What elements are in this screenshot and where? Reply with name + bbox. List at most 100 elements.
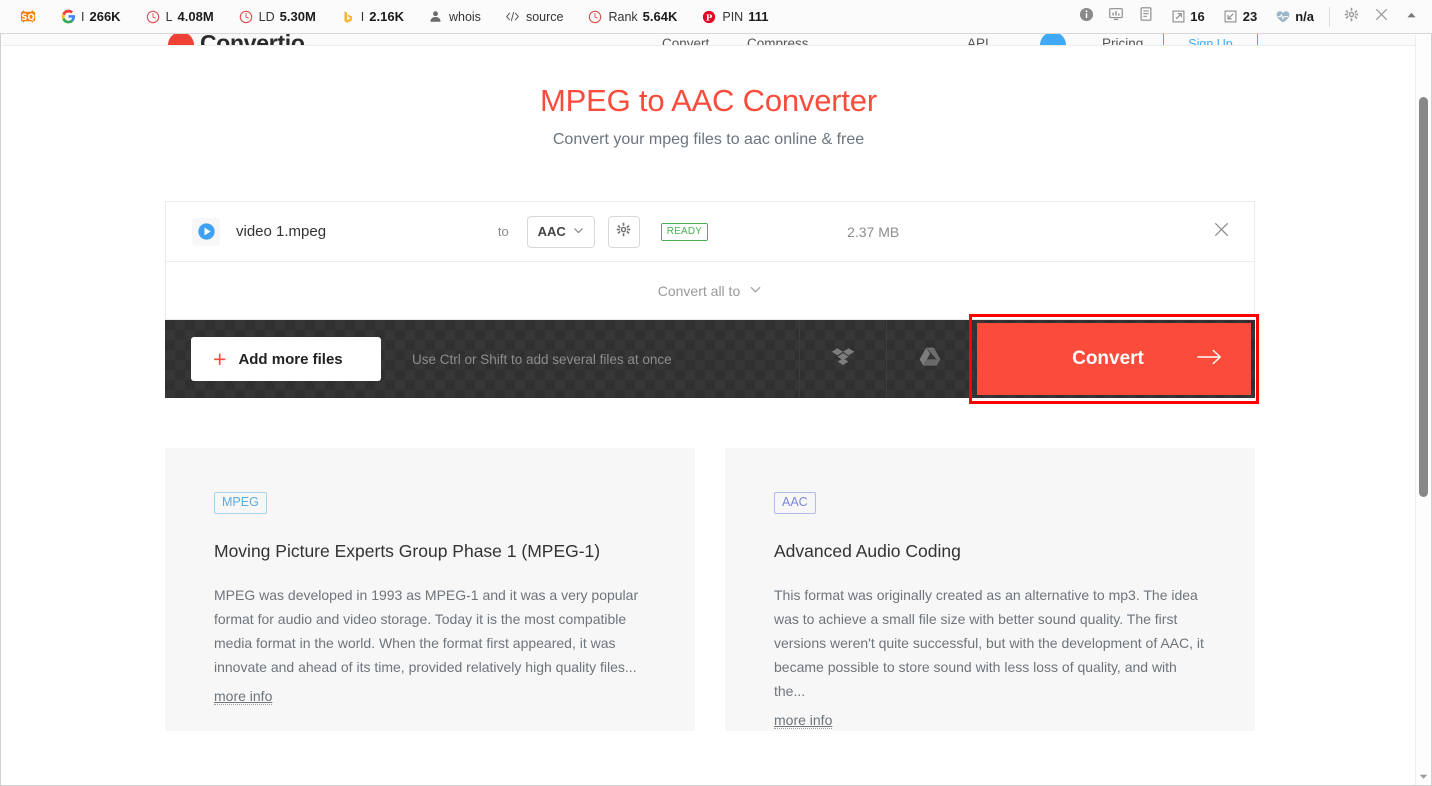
browser-extension-toolbar: SQ I 266K L 4.08M LD 5.30M I 2.16K whois… bbox=[0, 0, 1432, 34]
multi-select-hint: Use Ctrl or Shift to add several files a… bbox=[412, 351, 672, 367]
nav-item-compress[interactable]: Compress bbox=[747, 36, 809, 45]
toolbar-item-value: 111 bbox=[748, 9, 769, 24]
toolbar-close-button[interactable] bbox=[1366, 0, 1396, 34]
convert-all-label: Convert all to bbox=[657, 282, 741, 299]
converter-widget: video 1.mpeg to AAC READY 2.37 MB Conver… bbox=[165, 201, 1259, 404]
alexa-rank-icon bbox=[145, 9, 161, 25]
google-drive-icon bbox=[918, 345, 942, 374]
toolbar-item-label: source bbox=[525, 9, 564, 24]
toolbar-health-status[interactable]: n/a bbox=[1266, 0, 1323, 34]
toolbar-page-analysis-button[interactable] bbox=[1101, 0, 1131, 34]
toolbar-item-label: L bbox=[165, 9, 173, 24]
format-card-target: AAC Advanced Audio Coding This format wa… bbox=[725, 448, 1255, 731]
file-row: video 1.mpeg to AAC READY 2.37 MB bbox=[165, 201, 1255, 262]
page-viewport: Convertio Convert Compress API Pricing S… bbox=[0, 34, 1432, 786]
more-info-link[interactable]: more info bbox=[774, 712, 833, 730]
toolbar-item-google-index[interactable]: I 266K bbox=[48, 0, 133, 34]
toolbar-item-bing-index[interactable]: I 2.16K bbox=[328, 0, 416, 34]
toolbar-info-button[interactable] bbox=[1071, 0, 1101, 34]
toolbar-page-report-button[interactable] bbox=[1131, 0, 1161, 34]
dropbox-upload-button[interactable] bbox=[799, 320, 886, 398]
add-more-files-button[interactable]: + Add more files bbox=[191, 337, 381, 381]
page-subtitle: Convert your mpeg files to aac online & … bbox=[552, 130, 865, 148]
seoquake-logo-button[interactable]: SQ bbox=[8, 0, 48, 34]
convertio-logo-icon[interactable] bbox=[168, 34, 194, 45]
toolbar-item-label: PIN bbox=[722, 9, 744, 24]
moz-link-domain-icon bbox=[238, 9, 254, 25]
google-icon bbox=[60, 9, 76, 25]
toolbar-item-value: 266K bbox=[89, 9, 121, 24]
remove-file-button[interactable] bbox=[1210, 220, 1234, 244]
format-info-cards: MPEG Moving Picture Experts Group Phase … bbox=[165, 448, 1255, 731]
convert-button[interactable]: Convert bbox=[977, 323, 1251, 395]
chevron-down-icon bbox=[749, 283, 762, 299]
format-card-source: MPEG Moving Picture Experts Group Phase … bbox=[165, 448, 695, 731]
toolbar-item-link-domains[interactable]: LD 5.30M bbox=[226, 0, 328, 34]
format-card-title: Advanced Audio Coding bbox=[774, 541, 961, 561]
toolbar-item-pinterest[interactable]: P PIN 111 bbox=[689, 0, 780, 34]
gear-icon bbox=[1344, 7, 1359, 27]
toolbar-item-label: I bbox=[360, 9, 365, 24]
page-scrollbar[interactable] bbox=[1415, 35, 1430, 785]
toolbar-item-value: 4.08M bbox=[177, 9, 214, 24]
arrow-right-icon bbox=[1197, 347, 1223, 372]
rank-circle-icon bbox=[587, 9, 603, 25]
nav-item-convert[interactable]: Convert bbox=[662, 36, 709, 45]
nav-item-api[interactable]: API bbox=[967, 36, 989, 45]
format-tag[interactable]: AAC bbox=[774, 492, 816, 514]
convert-button-label: Convert bbox=[1072, 348, 1144, 369]
add-more-files-label: Add more files bbox=[238, 350, 343, 368]
toolbar-item-value: 2.16K bbox=[369, 9, 404, 24]
scrollbar-down-arrow-button[interactable] bbox=[1416, 769, 1431, 783]
page-title: MPEG to AAC Converter bbox=[540, 83, 877, 118]
toolbar-external-links[interactable]: 16 bbox=[1161, 0, 1213, 34]
gear-icon bbox=[616, 222, 631, 242]
toolbar-item-alexa-links[interactable]: L 4.08M bbox=[133, 0, 226, 34]
video-play-icon bbox=[192, 217, 220, 246]
page-analysis-icon bbox=[1108, 6, 1124, 27]
toolbar-right-group: 16 23 n/a bbox=[1071, 0, 1432, 34]
format-card-description: MPEG was developed in 1993 as MPEG-1 and… bbox=[214, 587, 639, 676]
more-info-link[interactable]: more info bbox=[214, 688, 273, 706]
file-size: 2.37 MB bbox=[847, 223, 900, 240]
toolbar-item-whois[interactable]: whois bbox=[416, 0, 493, 34]
toolbar-divider bbox=[1329, 6, 1330, 27]
nav-item-pricing[interactable]: Pricing bbox=[1102, 36, 1143, 45]
toolbar-collapse-button[interactable] bbox=[1396, 0, 1426, 34]
site-header: Convertio Convert Compress API Pricing S… bbox=[2, 34, 1416, 46]
external-links-icon bbox=[1170, 9, 1186, 25]
chevron-up-icon bbox=[1406, 8, 1417, 26]
toolbar-settings-button[interactable] bbox=[1336, 0, 1366, 34]
toolbar-item-source[interactable]: source bbox=[493, 0, 576, 34]
svg-text:P: P bbox=[706, 13, 713, 23]
file-name[interactable]: video 1.mpeg bbox=[236, 223, 326, 240]
google-drive-upload-button[interactable] bbox=[886, 320, 973, 398]
file-settings-button[interactable] bbox=[607, 215, 640, 248]
format-tag[interactable]: MPEG bbox=[214, 492, 267, 514]
output-format-value: AAC bbox=[537, 224, 566, 239]
internal-links-value: 23 bbox=[1242, 9, 1258, 24]
convert-all-to-row[interactable]: Convert all to bbox=[165, 262, 1255, 320]
convert-button-holder: Convert bbox=[969, 314, 1259, 404]
toolbar-item-rank[interactable]: Rank 5.64K bbox=[575, 0, 689, 34]
action-bar: + Add more files Use Ctrl or Shift to ad… bbox=[165, 314, 1259, 404]
info-circle-icon bbox=[1079, 7, 1094, 27]
chevron-down-icon bbox=[573, 224, 584, 239]
toolbar-internal-links[interactable]: 23 bbox=[1214, 0, 1266, 34]
page-report-icon bbox=[1138, 6, 1154, 27]
site-logo-text[interactable]: Convertio bbox=[200, 34, 305, 45]
to-label: to bbox=[497, 224, 509, 239]
whois-person-icon bbox=[428, 9, 444, 25]
sign-up-button[interactable]: Sign Up bbox=[1163, 34, 1258, 45]
toolbar-item-label: Rank bbox=[608, 9, 638, 24]
hero-section: MPEG to AAC Converter Convert your mpeg … bbox=[1, 82, 1416, 149]
toolbar-item-label: I bbox=[81, 9, 85, 24]
output-format-select[interactable]: AAC bbox=[526, 215, 595, 248]
dropbox-icon bbox=[831, 345, 855, 374]
format-card-description: This format was originally created as an… bbox=[774, 587, 1204, 700]
toolbar-item-label: LD bbox=[258, 9, 275, 24]
health-value: n/a bbox=[1295, 9, 1314, 24]
avatar[interactable] bbox=[1040, 34, 1066, 45]
plus-icon: + bbox=[213, 345, 227, 372]
scrollbar-thumb[interactable] bbox=[1419, 97, 1428, 497]
